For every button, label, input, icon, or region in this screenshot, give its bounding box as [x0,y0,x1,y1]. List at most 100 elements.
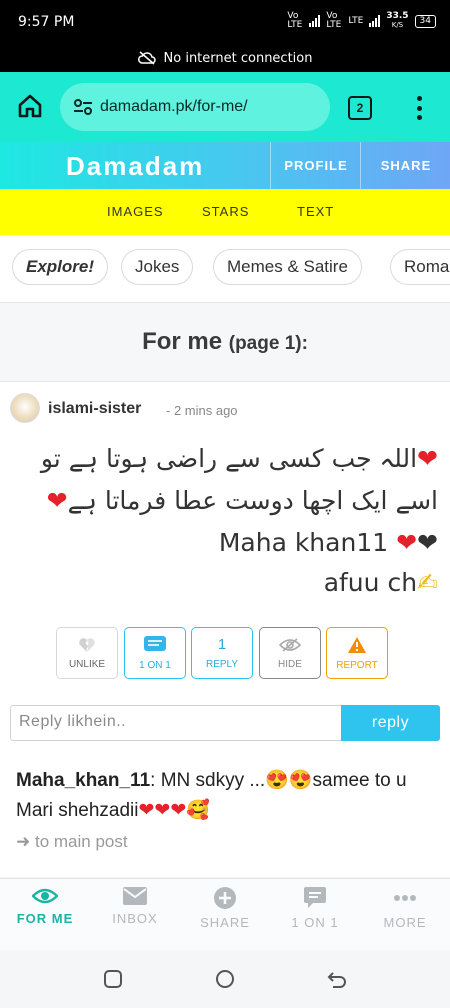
heart-eyes-icon: 😍😍 [265,770,313,791]
to-main-post-link[interactable]: ➜ to main post [16,832,128,852]
status-icons: Vo LTE Vo LTE LTE 33.5 K/S 34 [287,12,436,30]
plus-circle-icon [214,887,236,909]
broken-heart-icon [79,637,95,652]
net-speed-unit: K/S [391,21,404,29]
chip-memes[interactable]: Memes & Satire [213,249,362,285]
page-title: For me (page 1): [0,303,450,382]
heart-icon: ❤ [396,528,418,557]
nav-inbox[interactable]: INBOX [90,887,180,926]
post-line-4: afuu ch✍ [8,568,438,597]
nav-text[interactable]: TEXT [297,204,334,219]
site-settings-icon[interactable] [72,96,94,118]
nav-images[interactable]: IMAGES [107,204,164,219]
mail-icon [123,887,147,905]
reply-button[interactable]: 1 REPLY [191,627,253,679]
address-bar[interactable]: damadam.pk/for-me/ [60,83,330,131]
report-button[interactable]: REPORT [326,627,388,679]
post-line-3-text: Maha khan11 [218,528,389,557]
nav-one-on-one-label: 1 ON 1 [291,915,339,930]
one-on-one-button[interactable]: 1 ON 1 [124,627,186,679]
signal-icon [309,15,321,27]
reply-comment: Maha_khan_11: MN sdkyy ...😍😍samee to u M… [16,766,440,826]
menu-icon[interactable] [412,96,426,120]
reply-submit-button[interactable]: reply [341,705,440,741]
bottom-nav: FOR ME INBOX SHARE 1 ON 1 MORE [0,878,450,951]
writing-hand-icon: ✍ [417,568,438,597]
chip-explore[interactable]: Explore! [12,249,109,285]
nav-one-on-one[interactable]: 1 ON 1 [270,887,360,930]
signal-icon-2 [369,15,381,27]
no-internet-banner: No internet connection [0,44,450,72]
reply-input[interactable]: Reply likhein.. [10,705,342,741]
to-main-post-text: to main post [34,832,128,851]
hearts-icon: ❤❤❤ [138,800,187,821]
nav-inbox-label: INBOX [112,911,158,926]
arrow-right-icon: ➜ [16,832,31,851]
net-label-3: LTE [348,16,364,26]
post-line-3: Maha khan11 ❤❤ [8,528,438,557]
post-line-4-text: afuu ch [323,568,418,597]
hidden-eye-icon [279,637,301,652]
one-on-one-label: 1 ON 1 [139,659,171,671]
net-label-1: Vo LTE [287,11,303,30]
net-label-2: Vo LTE [326,11,342,30]
site-header: Damadam PROFILE SHARE [0,142,450,189]
site-logo[interactable]: Damadam [66,151,204,182]
more-dots-icon [394,895,416,901]
nav-more[interactable]: MORE [360,887,450,930]
chat-icon [144,635,166,651]
heart-icon: ❤ [417,444,438,473]
post-time: - 2 mins ago [166,403,238,418]
battery-level: 34 [419,15,431,26]
system-nav-bar [0,950,450,1008]
post-line-1-text: اللہ جب کسی سے راضی ہوتا ہے تو [40,444,418,473]
page-title-sub: (page 1): [228,333,308,354]
smiling-hearts-icon: 🥰 [186,800,210,821]
post-card: islami-sister - 2 mins ago ❤اللہ جب کسی … [0,382,450,877]
topic-chips: Explore! Jokes Memes & Satire Roma [0,236,450,303]
post-line-1: ❤اللہ جب کسی سے راضی ہوتا ہے تو [8,444,438,473]
warning-icon [348,636,366,653]
cloud-off-icon [137,51,156,65]
reply-username[interactable]: Maha_khan_11 [16,770,150,791]
chip-romance[interactable]: Roma [390,249,450,285]
unlike-button[interactable]: UNLIKE [56,627,118,679]
tab-switcher-button[interactable]: 2 [348,96,372,120]
net-speed-value: 33.5 [386,11,409,21]
recents-icon[interactable] [103,969,123,989]
nav-share[interactable]: SHARE [180,887,270,930]
post-line-2-text: اسے ایک اچھا دوست عطا فرماتا ہے [67,486,438,515]
report-label: REPORT [336,659,378,671]
reply-text-a: : MN sdkyy ... [150,770,266,791]
nav-for-me[interactable]: FOR ME [0,887,90,926]
heart-icon: ❤ [46,486,68,515]
page-title-main: For me [142,328,223,355]
nav-for-me-label: FOR ME [16,911,74,926]
unlike-label: UNLIKE [68,658,106,670]
chat-bubble-icon [304,887,326,908]
home-icon[interactable] [16,92,44,120]
home-circle-icon[interactable] [215,969,235,989]
status-time: 9:57 PM [18,14,75,30]
category-nav: IMAGES STARS TEXT [0,189,450,235]
status-bar: 9:57 PM Vo LTE Vo LTE LTE 33.5 K/S 34 [0,0,450,44]
post-line-2: اسے ایک اچھا دوست عطا فرماتا ہے❤ [8,486,438,515]
hide-button[interactable]: HIDE [259,627,321,679]
profile-button[interactable]: PROFILE [270,142,361,189]
browser-toolbar: damadam.pk/for-me/ 2 [0,72,450,142]
avatar[interactable] [10,393,40,423]
eye-icon [32,888,58,904]
reply-count: 1 [217,636,227,653]
nav-stars[interactable]: STARS [202,204,249,219]
no-internet-text: No internet connection [163,50,313,66]
nav-share-label: SHARE [200,915,250,930]
chip-jokes[interactable]: Jokes [121,249,194,285]
back-icon[interactable] [327,969,347,989]
black-heart-icon: ❤ [417,528,438,557]
hide-label: HIDE [278,658,302,670]
url-text: damadam.pk/for-me/ [100,98,248,115]
battery-icon: 34 [414,14,436,28]
net-speed: 33.5 K/S [386,12,408,30]
share-button[interactable]: SHARE [360,142,450,189]
post-username[interactable]: islami-sister [48,400,141,418]
